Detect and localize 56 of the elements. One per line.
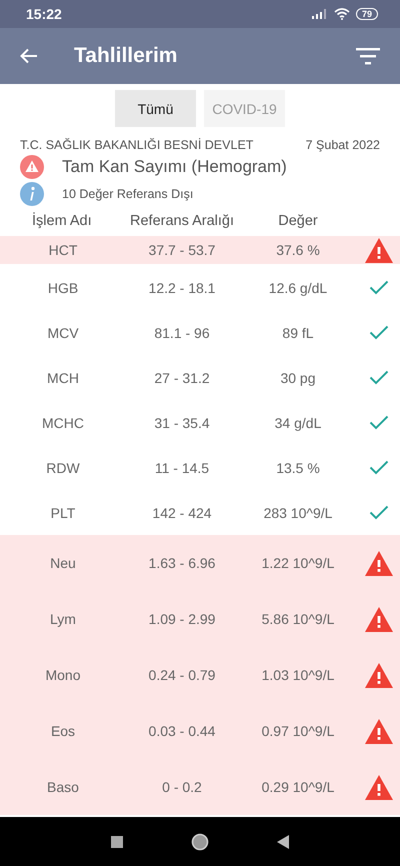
table-cell-text: 81.1 - 96 (153, 324, 211, 340)
table-cell-text: 34 g/dL (274, 414, 322, 430)
table-cell-text: MCH (46, 370, 80, 386)
table-cell-text: Eos (50, 723, 76, 739)
info-icon (20, 182, 44, 206)
column-header: Değer (277, 213, 319, 229)
table-cell-text: PLT (50, 504, 76, 520)
table-cell-text: Lym (49, 611, 77, 627)
table-cell-text: 30 pg (279, 370, 317, 386)
table-cell-text: RDW (45, 460, 81, 476)
table-cell-text: 31 - 35.4 (153, 414, 211, 430)
table-cell-text: 12.6 g/dL (268, 280, 328, 296)
table-cell-text: 142 - 424 (151, 504, 213, 520)
home-icon[interactable] (191, 832, 209, 850)
filter-icon[interactable] (356, 47, 380, 65)
status-time: 15:22 (26, 6, 62, 22)
institution-name: T.C. SAĞLIK BAKANLIĞI BESNİ DEVLET (20, 138, 254, 152)
warning-icon (20, 155, 44, 179)
test-name: Tam Kan Sayımı (Hemogram) (62, 157, 287, 177)
wifi-icon (334, 8, 350, 20)
screen-title: Tahlillerim (74, 44, 178, 68)
table-cell-text: 283 10^9/L (262, 504, 334, 520)
table-cell-text: Neu (49, 555, 77, 571)
table-cell-text: Baso (46, 779, 80, 795)
table-cell-text: Mono (44, 667, 82, 683)
table-cell-text: 13.5 % (275, 460, 321, 476)
table-cell-text: HGB (46, 280, 80, 296)
column-header: Referans Aralığı (129, 213, 235, 229)
recents-icon[interactable] (111, 836, 123, 848)
signal-icon (312, 9, 328, 19)
table-cell-text: 0.29 10^9/L (260, 779, 336, 795)
report-date: 7 Şubat 2022 (306, 138, 380, 152)
battery-icon: 79 (356, 8, 378, 20)
table-cell-text: MCHC (41, 414, 85, 430)
table-cell-text: 12.2 - 18.1 (148, 280, 216, 296)
table-cell-text: 37.6 % (275, 242, 321, 258)
table-cell-text: 27 - 31.2 (153, 370, 211, 386)
table-cell-text: 1.63 - 6.96 (148, 555, 216, 571)
table-cell-text: 1.03 10^9/L (260, 667, 336, 683)
table-cell-text: HCT (48, 242, 78, 258)
table-cell-text: 5.86 10^9/L (260, 611, 336, 627)
back-nav-icon[interactable] (277, 834, 289, 848)
table-cell-text: 89 fL (281, 324, 315, 340)
filter-tab[interactable]: Tümü (115, 90, 196, 127)
back-icon[interactable] (20, 48, 38, 64)
table-cell-text: 1.22 10^9/L (260, 555, 336, 571)
table-cell-text: 0.24 - 0.79 (148, 667, 216, 683)
out-of-range-summary: 10 Değer Referans Dışı (62, 187, 194, 201)
table-cell-text: 0 - 0.2 (161, 779, 203, 795)
table-cell-text: MCV (46, 324, 80, 340)
table-cell-text: 37.7 - 53.7 (148, 242, 216, 258)
column-header: İşlem Adı (31, 213, 93, 229)
table-cell-text: 0.03 - 0.44 (148, 723, 216, 739)
table-cell-text: 0.97 10^9/L (260, 723, 336, 739)
table-cell-text: 1.09 - 2.99 (148, 611, 216, 627)
table-cell-text: 11 - 14.5 (154, 460, 210, 476)
